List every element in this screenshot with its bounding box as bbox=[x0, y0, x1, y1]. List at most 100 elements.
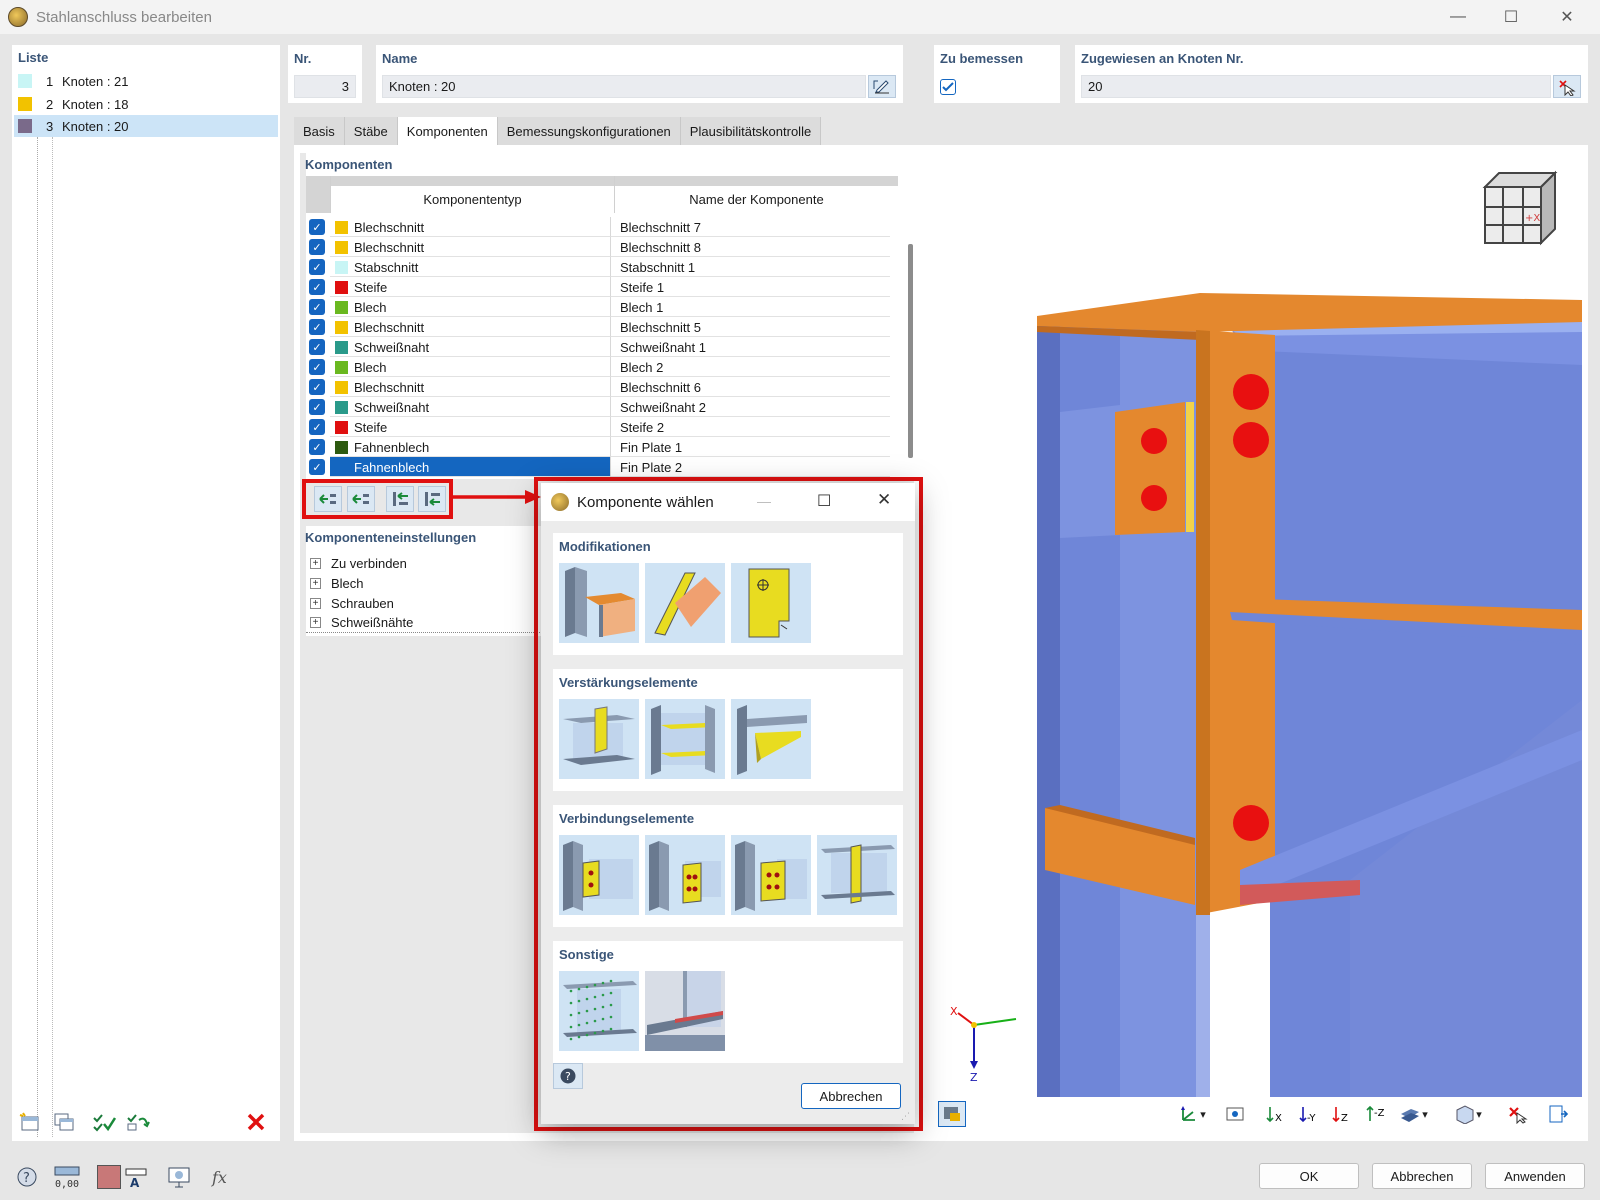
row-checkbox[interactable]: ✓ bbox=[309, 379, 325, 395]
maximize-button[interactable]: ☐ bbox=[817, 491, 831, 511]
table-row[interactable]: ✓ Blechschnitt Blechschnitt 8 bbox=[306, 237, 900, 257]
minimize-button[interactable]: — bbox=[757, 493, 771, 509]
zu-bemessen-checkbox[interactable] bbox=[940, 79, 956, 95]
dialog-cancel-button[interactable]: Abbrechen bbox=[801, 1083, 901, 1109]
table-row[interactable]: ✓ Blechschnitt Blechschnitt 7 bbox=[306, 217, 900, 237]
minimize-button[interactable]: — bbox=[1435, 4, 1481, 30]
bolted-angle-icon[interactable] bbox=[731, 835, 811, 915]
apply-button[interactable]: Anwenden bbox=[1485, 1163, 1585, 1189]
chevron-down-icon[interactable]: ▾ bbox=[1418, 1101, 1432, 1127]
row-checkbox[interactable]: ✓ bbox=[309, 239, 325, 255]
col-header-type[interactable]: Komponententyp bbox=[330, 176, 614, 213]
row-checkbox[interactable]: ✓ bbox=[309, 319, 325, 335]
check-all-icon[interactable] bbox=[90, 1109, 118, 1135]
view-z-icon[interactable]: Z bbox=[1328, 1101, 1356, 1127]
color-swatch[interactable] bbox=[94, 1163, 124, 1191]
delete-icon[interactable] bbox=[242, 1109, 270, 1135]
list-item[interactable]: 3 Knoten : 20 bbox=[14, 115, 278, 137]
text-style-icon[interactable]: A bbox=[122, 1163, 152, 1191]
item-label: Knoten : 21 bbox=[62, 73, 129, 89]
close-button[interactable]: ✕ bbox=[877, 490, 891, 510]
table-row[interactable]: ✓ Blech Blech 1 bbox=[306, 297, 900, 317]
col-header-name[interactable]: Name der Komponente bbox=[614, 176, 898, 213]
edit-name-icon[interactable] bbox=[868, 75, 896, 98]
row-checkbox[interactable]: ✓ bbox=[309, 439, 325, 455]
render-settings-icon[interactable] bbox=[938, 1101, 966, 1127]
copy-item-icon[interactable] bbox=[50, 1109, 78, 1135]
formula-icon[interactable]: fx bbox=[206, 1163, 236, 1191]
tab-basis[interactable]: Basis bbox=[294, 117, 345, 145]
row-checkbox[interactable]: ✓ bbox=[309, 219, 325, 235]
member-cut-icon[interactable] bbox=[559, 563, 639, 643]
chevron-down-icon[interactable]: ▾ bbox=[1472, 1101, 1486, 1127]
view-minus-z-icon[interactable]: -Z bbox=[1362, 1101, 1390, 1127]
3d-view[interactable]: +X X Z bbox=[932, 153, 1582, 1133]
help-icon[interactable]: ? bbox=[12, 1163, 42, 1191]
visibility-icon[interactable] bbox=[1222, 1101, 1250, 1127]
section-verstaerkungselemente: Verstärkungselemente bbox=[553, 669, 903, 791]
weld-pattern-icon[interactable] bbox=[559, 971, 639, 1051]
table-row[interactable]: ✓ Steife Steife 1 bbox=[306, 277, 900, 297]
row-checkbox[interactable]: ✓ bbox=[309, 399, 325, 415]
nr-input[interactable]: 3 bbox=[294, 75, 356, 98]
row-checkbox[interactable]: ✓ bbox=[309, 299, 325, 315]
expand-icon[interactable]: + bbox=[310, 617, 321, 628]
table-scrollbar[interactable] bbox=[908, 244, 913, 458]
view-cube[interactable]: +X bbox=[1477, 169, 1559, 249]
maximize-button[interactable]: ☐ bbox=[1488, 4, 1534, 30]
table-row[interactable]: ✓ Blechschnitt Blechschnitt 5 bbox=[306, 317, 900, 337]
view-minus-y-icon[interactable]: -Y bbox=[1295, 1101, 1323, 1127]
row-checkbox[interactable]: ✓ bbox=[309, 279, 325, 295]
tab-komponenten[interactable]: Komponenten bbox=[397, 117, 498, 145]
new-item-icon[interactable] bbox=[16, 1109, 44, 1135]
row-checkbox[interactable]: ✓ bbox=[309, 359, 325, 375]
table-row[interactable]: ✓ Schweißnaht Schweißnaht 2 bbox=[306, 397, 900, 417]
tab-plausibilitaetskontrolle[interactable]: Plausibilitätskontrolle bbox=[680, 117, 822, 145]
table-row[interactable]: ✓ Stabschnitt Stabschnitt 1 bbox=[306, 257, 900, 277]
tab-staebe[interactable]: Stäbe bbox=[344, 117, 398, 145]
display-icon[interactable] bbox=[164, 1163, 194, 1191]
toggle-check-icon[interactable] bbox=[124, 1109, 152, 1135]
units-icon[interactable]: 0,00 bbox=[52, 1163, 82, 1191]
stiffener-icon[interactable] bbox=[559, 699, 639, 779]
ok-button[interactable]: OK bbox=[1259, 1163, 1359, 1189]
export-view-icon[interactable] bbox=[1544, 1101, 1572, 1127]
chevron-down-icon[interactable]: ▾ bbox=[1196, 1101, 1210, 1127]
end-plate-icon[interactable] bbox=[645, 835, 725, 915]
table-row[interactable]: ✓ Schweißnaht Schweißnaht 1 bbox=[306, 337, 900, 357]
expand-icon[interactable]: + bbox=[310, 557, 321, 569]
table-row[interactable]: ✓ Blech Blech 2 bbox=[306, 357, 900, 377]
reset-view-icon[interactable] bbox=[1504, 1101, 1532, 1127]
expand-icon[interactable]: + bbox=[310, 577, 321, 589]
view-x-icon[interactable]: X bbox=[1262, 1101, 1290, 1127]
item-label: Knoten : 18 bbox=[62, 96, 129, 112]
row-checkbox[interactable]: ✓ bbox=[309, 459, 325, 475]
table-row[interactable]: ✓ Fahnenblech Fin Plate 1 bbox=[306, 437, 900, 457]
list-item[interactable]: 1 Knoten : 21 bbox=[14, 70, 278, 92]
tree-guide bbox=[37, 137, 38, 1137]
help-icon[interactable]: ? bbox=[553, 1063, 583, 1089]
splice-plate-icon[interactable] bbox=[817, 835, 897, 915]
double-stiffener-icon[interactable] bbox=[645, 699, 725, 779]
table-row[interactable]: ✓ Fahnenblech Fin Plate 2 bbox=[306, 457, 900, 477]
haunch-icon[interactable] bbox=[731, 699, 811, 779]
tab-bemessungskonfigurationen[interactable]: Bemessungskonfigurationen bbox=[497, 117, 681, 145]
row-checkbox[interactable]: ✓ bbox=[309, 339, 325, 355]
weld-connection-icon[interactable] bbox=[645, 971, 725, 1051]
list-item[interactable]: 2 Knoten : 18 bbox=[14, 93, 278, 115]
table-row[interactable]: ✓ Steife Steife 2 bbox=[306, 417, 900, 437]
cancel-button[interactable]: Abbrechen bbox=[1372, 1163, 1472, 1189]
plate-cut-icon[interactable] bbox=[645, 563, 725, 643]
row-checkbox[interactable]: ✓ bbox=[309, 419, 325, 435]
pick-node-icon[interactable] bbox=[1553, 75, 1581, 98]
plate-edit-icon[interactable] bbox=[731, 563, 811, 643]
name-input[interactable]: Knoten : 20 bbox=[382, 75, 866, 98]
expand-icon[interactable]: + bbox=[310, 597, 321, 609]
resize-grip-icon[interactable]: ⋰ bbox=[901, 1111, 910, 1122]
fin-plate-icon[interactable] bbox=[559, 835, 639, 915]
zugewiesen-input[interactable]: 20 bbox=[1081, 75, 1551, 98]
row-checkbox[interactable]: ✓ bbox=[309, 259, 325, 275]
close-button[interactable]: ✕ bbox=[1544, 4, 1590, 30]
svg-text:Z: Z bbox=[1341, 1113, 1348, 1124]
table-row[interactable]: ✓ Blechschnitt Blechschnitt 6 bbox=[306, 377, 900, 397]
